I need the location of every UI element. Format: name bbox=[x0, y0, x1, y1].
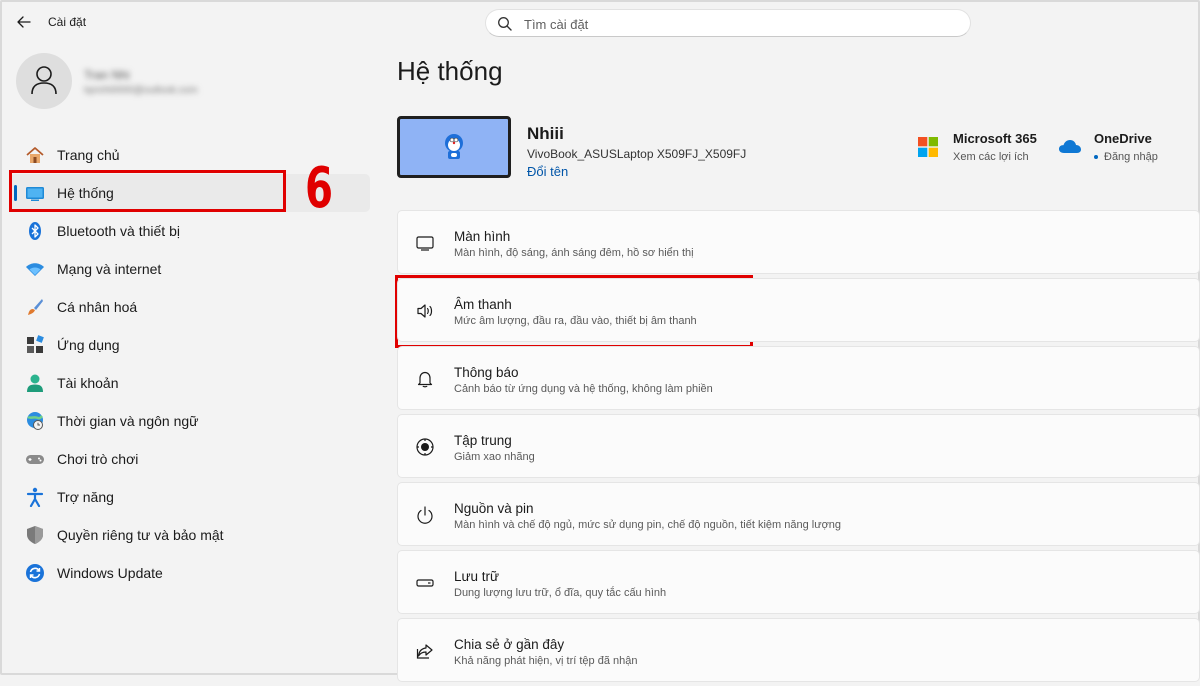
sidebar-item-gaming[interactable]: Chơi trò chơi bbox=[10, 440, 370, 478]
onedrive-status: Đăng nhập bbox=[1104, 151, 1158, 163]
settings-card-nearby-sharing[interactable]: Chia sẻ ở gần đây Khả năng phát hiện, vị… bbox=[397, 618, 1200, 682]
device-wallpaper-thumbnail bbox=[397, 116, 511, 178]
paintbrush-icon bbox=[28, 299, 43, 315]
settings-list: Màn hình Màn hình, độ sáng, ánh sáng đêm… bbox=[397, 210, 1200, 686]
microsoft365-title[interactable]: Microsoft 365 bbox=[953, 131, 1037, 146]
settings-card-storage[interactable]: Lưu trữ Dung lượng lưu trữ, ổ đĩa, quy t… bbox=[397, 550, 1200, 614]
account-icon bbox=[27, 374, 43, 392]
status-dot bbox=[1094, 155, 1098, 160]
user-icon bbox=[31, 66, 57, 95]
sidebar-item-label: Quyền riêng tư và bảo mật bbox=[57, 527, 224, 543]
sidebar-item-label: Trợ năng bbox=[57, 489, 114, 505]
apps-icon bbox=[27, 335, 44, 353]
sidebar-item-label: Bluetooth và thiết bị bbox=[57, 223, 180, 239]
sidebar-item-windows-update[interactable]: Windows Update bbox=[10, 554, 370, 592]
settings-card-notifications[interactable]: Thông báo Cảnh báo từ ứng dụng và hệ thố… bbox=[397, 346, 1200, 410]
gamepad-icon bbox=[26, 455, 44, 464]
annotation-step6-number: 6 bbox=[305, 156, 334, 221]
back-arrow-icon[interactable] bbox=[14, 12, 34, 32]
annotation-box-step6 bbox=[9, 170, 286, 212]
home-icon bbox=[26, 147, 44, 163]
storage-icon bbox=[416, 579, 434, 587]
avatar[interactable] bbox=[16, 53, 72, 109]
card-subtitle: Giảm xao nhãng bbox=[454, 451, 535, 463]
card-subtitle: Màn hình và chế độ ngủ, mức sử dụng pin,… bbox=[454, 519, 842, 531]
card-subtitle: Mức âm lượng, đầu ra, đầu vào, thiết bị … bbox=[454, 315, 697, 327]
sidebar-item-label: Ứng dụng bbox=[57, 337, 120, 353]
onedrive-cloud-icon bbox=[1059, 140, 1081, 153]
sidebar-item-label: Windows Update bbox=[57, 565, 163, 581]
card-title: Âm thanh bbox=[454, 297, 512, 312]
sidebar-item-time-language[interactable]: Thời gian và ngôn ngữ bbox=[10, 402, 370, 440]
sidebar-item-network[interactable]: Mạng và internet bbox=[10, 250, 370, 288]
profile-email: tqnnhi0000@outlook.com bbox=[84, 85, 198, 96]
sidebar-item-privacy-security[interactable]: Quyền riêng tư và bảo mật bbox=[10, 516, 370, 554]
settings-card-power-battery[interactable]: Nguồn và pin Màn hình và chế độ ngủ, mức… bbox=[397, 482, 1200, 546]
card-subtitle: Dung lượng lưu trữ, ổ đĩa, quy tắc cấu h… bbox=[454, 587, 667, 599]
card-title: Thông báo bbox=[454, 365, 519, 380]
microsoft365-subtitle: Xem các lợi ích bbox=[953, 151, 1029, 163]
focus-icon bbox=[416, 438, 434, 456]
wallpaper-character-icon bbox=[445, 134, 463, 159]
sidebar-item-label: Mạng và internet bbox=[57, 261, 162, 277]
search-input[interactable] bbox=[522, 13, 946, 35]
sidebar-item-label: Thời gian và ngôn ngữ bbox=[57, 413, 199, 429]
power-icon bbox=[417, 506, 433, 524]
card-title: Tập trung bbox=[454, 433, 512, 448]
profile-name: Tran Nhi bbox=[84, 68, 130, 82]
shield-icon bbox=[27, 526, 43, 544]
app-title: Cài đặt bbox=[48, 15, 87, 29]
sidebar-item-label: Trang chủ bbox=[57, 147, 120, 163]
sidebar-item-label: Tài khoản bbox=[57, 375, 119, 391]
card-title: Nguồn và pin bbox=[454, 501, 534, 516]
settings-card-sound[interactable]: Âm thanh Mức âm lượng, đầu ra, đầu vào, … bbox=[397, 278, 1200, 342]
microsoft-logo-icon bbox=[918, 137, 938, 157]
card-subtitle: Khả năng phát hiện, vị trí tệp đã nhận bbox=[454, 655, 638, 667]
rename-link[interactable]: Đổi tên bbox=[527, 164, 568, 179]
display-icon bbox=[416, 236, 434, 251]
globe-clock-icon bbox=[27, 412, 43, 430]
search-icon bbox=[498, 17, 512, 31]
sidebar-item-personalization[interactable]: Cá nhân hoá bbox=[10, 288, 370, 326]
sidebar-item-label: Cá nhân hoá bbox=[57, 299, 138, 315]
search-box[interactable] bbox=[485, 9, 971, 37]
onedrive-title[interactable]: OneDrive bbox=[1094, 131, 1152, 146]
speaker-icon bbox=[417, 304, 433, 318]
card-title: Lưu trữ bbox=[454, 569, 500, 584]
device-model: VivoBook_ASUSLaptop X509FJ_X509FJ bbox=[527, 147, 747, 161]
settings-card-focus[interactable]: Tập trung Giảm xao nhãng bbox=[397, 414, 1200, 478]
card-title: Chia sẻ ở gần đây bbox=[454, 637, 565, 652]
bell-icon bbox=[417, 371, 433, 388]
card-title: Màn hình bbox=[454, 229, 511, 244]
accessibility-icon bbox=[26, 487, 44, 507]
bluetooth-icon bbox=[29, 222, 41, 240]
sidebar-item-apps[interactable]: Ứng dụng bbox=[10, 326, 370, 364]
card-subtitle: Màn hình, độ sáng, ánh sáng đêm, hồ sơ h… bbox=[454, 247, 694, 259]
page-title: Hệ thống bbox=[397, 56, 503, 86]
wifi-icon bbox=[26, 263, 44, 276]
onedrive-subtitle: Đăng nhập bbox=[1094, 151, 1158, 163]
sidebar-item-accounts[interactable]: Tài khoản bbox=[10, 364, 370, 402]
sidebar-item-label: Chơi trò chơi bbox=[57, 451, 139, 467]
device-name: Nhiii bbox=[527, 124, 564, 143]
settings-card-display[interactable]: Màn hình Màn hình, độ sáng, ánh sáng đêm… bbox=[397, 210, 1200, 274]
update-icon bbox=[26, 564, 44, 582]
share-icon bbox=[416, 644, 433, 659]
card-subtitle: Cảnh báo từ ứng dụng và hệ thống, không … bbox=[454, 383, 713, 395]
sidebar-item-accessibility[interactable]: Trợ năng bbox=[10, 478, 370, 516]
